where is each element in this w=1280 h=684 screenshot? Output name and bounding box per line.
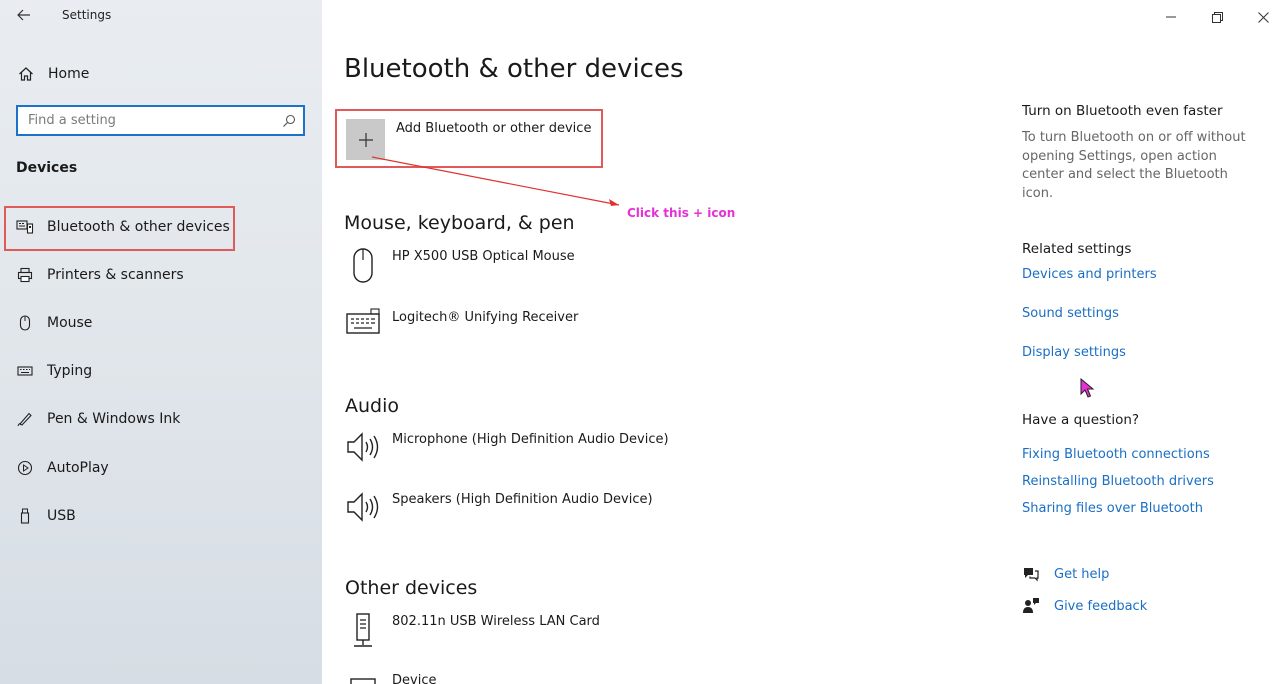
speaker-icon — [344, 430, 382, 464]
question-heading: Have a question? — [1022, 412, 1140, 428]
plus-icon — [358, 132, 373, 147]
link-display-settings[interactable]: Display settings — [1022, 345, 1126, 360]
pen-icon — [14, 411, 36, 427]
keyboard-icon — [344, 308, 382, 336]
sidebar-item-label: USB — [47, 508, 76, 524]
link-sound-settings[interactable]: Sound settings — [1022, 306, 1119, 321]
link-sharing-files[interactable]: Sharing files over Bluetooth — [1022, 501, 1203, 516]
device-item[interactable]: Device — [344, 671, 436, 684]
tip-body: To turn Bluetooth on or off without open… — [1022, 130, 1246, 201]
mouse-cursor-icon — [1080, 378, 1095, 398]
link-fixing-bluetooth[interactable]: Fixing Bluetooth connections — [1022, 447, 1210, 462]
device-name: Speakers (High Definition Audio Device) — [392, 492, 653, 507]
mouse-icon — [14, 315, 36, 331]
sidebar-item-label: Typing — [47, 363, 93, 379]
get-help-label: Get help — [1054, 566, 1110, 582]
sidebar-item-usb[interactable]: USB — [14, 503, 76, 529]
device-item[interactable]: 802.11n USB Wireless LAN Card — [344, 612, 600, 650]
nav-home[interactable]: Home — [16, 62, 89, 86]
sidebar-item-mouse[interactable]: Mouse — [14, 310, 92, 336]
device-name: Microphone (High Definition Audio Device… — [392, 432, 669, 447]
minimize-button[interactable] — [1156, 6, 1186, 28]
section-title-audio: Audio — [345, 395, 400, 417]
search-input[interactable] — [18, 107, 275, 134]
device-item[interactable]: Speakers (High Definition Audio Device) — [344, 490, 653, 524]
sidebar-section-heading: Devices — [16, 160, 78, 176]
page-title: Bluetooth & other devices — [344, 54, 684, 84]
related-settings-heading: Related settings — [1022, 241, 1132, 257]
device-name: Device — [392, 673, 437, 684]
autoplay-icon — [14, 460, 36, 476]
speaker-icon — [344, 490, 382, 524]
sidebar-item-label: Bluetooth & other devices — [47, 219, 230, 235]
link-devices-and-printers[interactable]: Devices and printers — [1022, 267, 1157, 282]
restore-button[interactable] — [1202, 6, 1232, 28]
sidebar-item-printers[interactable]: Printers & scanners — [14, 262, 184, 288]
back-arrow-icon — [17, 9, 30, 21]
device-name: Logitech® Unifying Receiver — [392, 310, 579, 325]
close-button[interactable] — [1248, 6, 1278, 28]
bluetooth-devices-icon — [14, 219, 36, 235]
sidebar-item-label: AutoPlay — [47, 460, 109, 476]
tip-heading: Turn on Bluetooth even faster — [1022, 103, 1223, 119]
keyboard-icon — [14, 365, 36, 377]
sidebar-item-pen[interactable]: Pen & Windows Ink — [14, 406, 180, 432]
section-title-mouse-keyboard: Mouse, keyboard, & pen — [344, 212, 575, 234]
home-icon — [16, 66, 36, 82]
add-device-button[interactable] — [346, 119, 385, 160]
sidebar-item-label: Mouse — [47, 315, 93, 331]
sidebar-item-autoplay[interactable]: AutoPlay — [14, 455, 109, 481]
sidebar-item-typing[interactable]: Typing — [14, 358, 92, 384]
device-item[interactable]: Microphone (High Definition Audio Device… — [344, 430, 669, 464]
nav-home-label: Home — [48, 66, 90, 82]
section-title-other-devices: Other devices — [345, 577, 478, 599]
feedback-person-icon — [1020, 597, 1042, 615]
add-device-label[interactable]: Add Bluetooth or other device — [396, 121, 591, 136]
sidebar: Settings Home Devices Bluetooth & other … — [0, 0, 322, 684]
restore-icon — [1211, 11, 1223, 23]
usb-icon — [14, 508, 36, 524]
device-name: HP X500 USB Optical Mouse — [392, 249, 575, 264]
app-title: Settings — [62, 8, 112, 22]
sidebar-item-label: Pen & Windows Ink — [47, 411, 181, 427]
chat-help-icon — [1020, 566, 1042, 582]
close-icon — [1257, 11, 1269, 23]
search-icon[interactable] — [275, 114, 303, 128]
device-item[interactable]: Logitech® Unifying Receiver — [344, 308, 578, 336]
generic-device-icon — [344, 671, 382, 684]
printer-icon — [14, 267, 36, 283]
give-feedback-link[interactable]: Give feedback — [1020, 597, 1147, 615]
mouse-icon — [344, 247, 382, 285]
device-item[interactable]: HP X500 USB Optical Mouse — [344, 247, 575, 285]
sidebar-item-label: Printers & scanners — [47, 267, 184, 283]
get-help-link[interactable]: Get help — [1020, 566, 1109, 582]
sidebar-item-bluetooth[interactable]: Bluetooth & other devices — [14, 214, 230, 240]
back-button[interactable] — [12, 4, 36, 28]
link-reinstalling-drivers[interactable]: Reinstalling Bluetooth drivers — [1022, 474, 1214, 489]
give-feedback-label: Give feedback — [1054, 598, 1148, 614]
annotation-text: Click this + icon — [627, 206, 736, 220]
minimize-icon — [1166, 16, 1176, 18]
search-box — [16, 105, 305, 136]
network-adapter-icon — [344, 612, 382, 650]
device-name: 802.11n USB Wireless LAN Card — [392, 614, 600, 629]
